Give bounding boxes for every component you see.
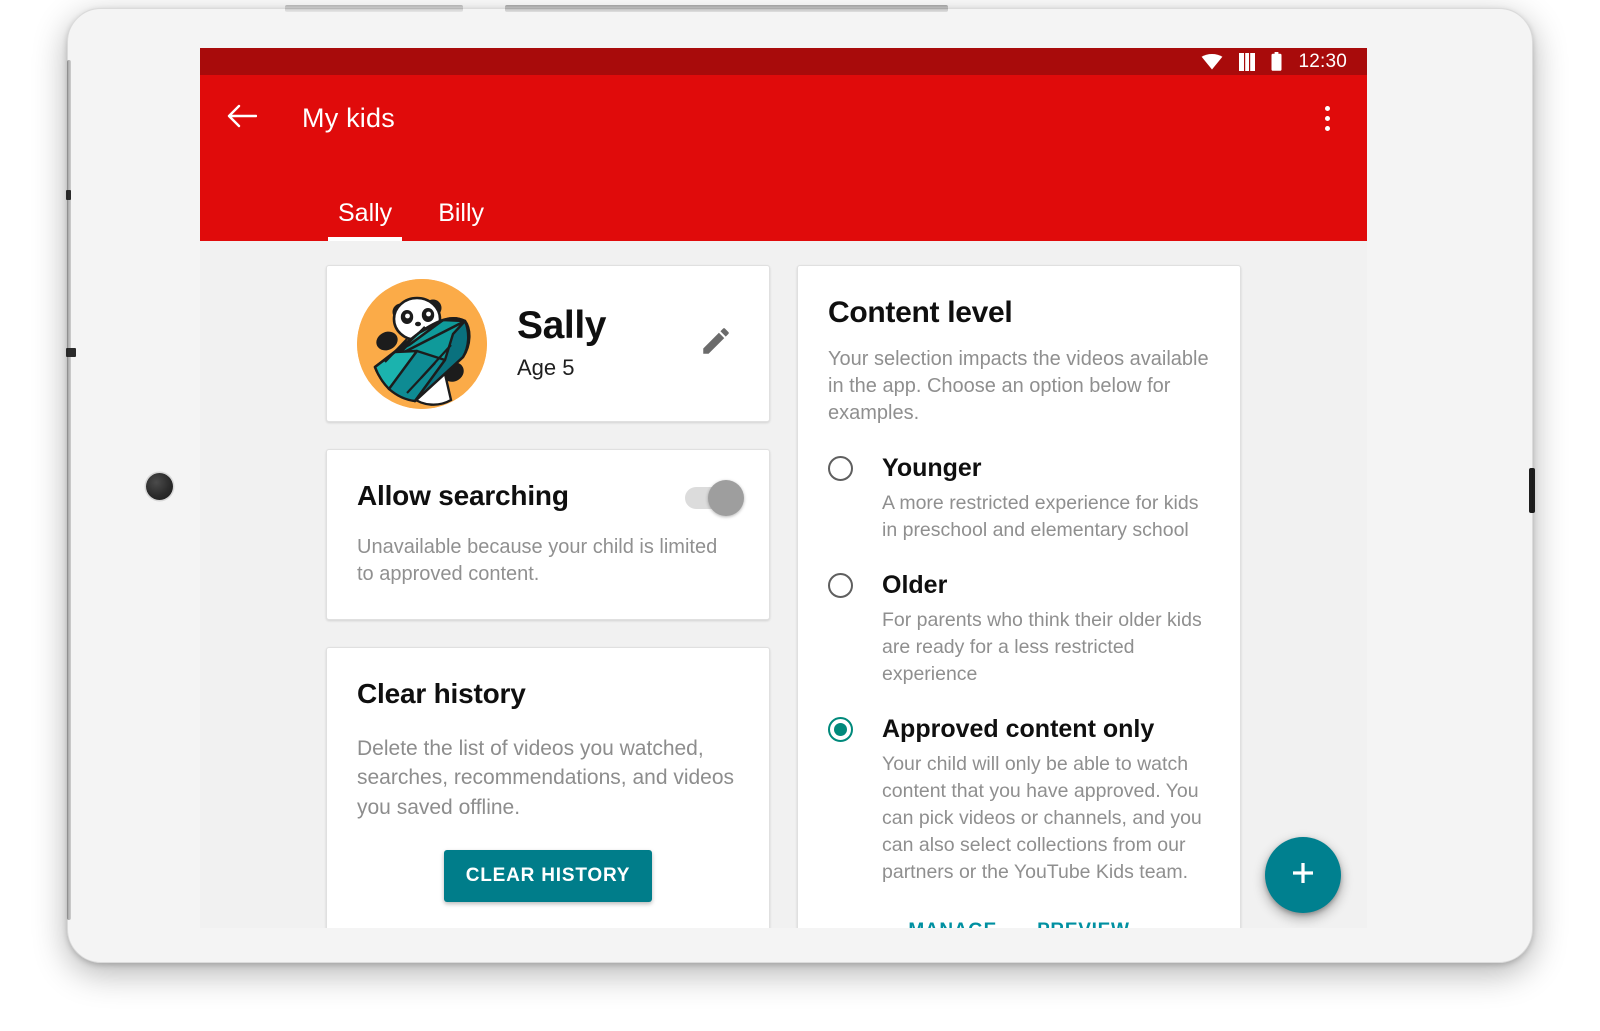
more-vertical-icon-dot (1324, 125, 1330, 131)
back-button[interactable] (212, 93, 272, 143)
device-top-button-right[interactable] (505, 5, 948, 12)
profile-card: Sally Age 5 (326, 265, 770, 423)
profile-age: Age 5 (517, 355, 575, 381)
left-column: Sally Age 5 Allow searching Unavailable … (326, 265, 770, 928)
right-column: Content level Your selection impacts the… (797, 265, 1241, 928)
allow-searching-title: Allow searching (357, 480, 569, 512)
allow-searching-toggle[interactable] (685, 480, 744, 517)
clear-history-description: Delete the list of videos you watched, s… (357, 736, 735, 820)
device-power-button[interactable] (1529, 468, 1535, 513)
content-level-subtitle: Your selection impacts the videos availa… (828, 348, 1209, 424)
toggle-thumb (708, 480, 744, 517)
radio-selected-icon (828, 717, 853, 743)
tab-billy[interactable]: Billy (428, 199, 494, 241)
status-bar-clock: 12:30 (1298, 50, 1347, 72)
page-title: My kids (302, 103, 395, 133)
tab-sally[interactable]: Sally (328, 199, 403, 241)
device-side-button-lower[interactable] (66, 348, 76, 357)
more-vertical-icon-dot (1324, 105, 1330, 111)
content-level-card: Content level Your selection impacts the… (797, 265, 1241, 928)
content-level-option-younger[interactable]: Younger (828, 453, 1210, 484)
status-bar: 12:30 (200, 48, 1367, 75)
manage-button[interactable]: MANAGE (908, 920, 997, 928)
preview-button[interactable]: PREVIEW (1037, 920, 1130, 928)
back-arrow-icon (227, 103, 258, 134)
option-description-older: For parents who think their older kids a… (882, 609, 1202, 686)
profile-name: Sally (517, 304, 607, 348)
tablet-screen: 12:30 My kids Sally Billy Sally Age 5 Al… (200, 48, 1367, 928)
content-level-option-approved[interactable]: Approved content only (828, 714, 1210, 745)
radio-unselected-icon (828, 456, 853, 481)
device-top-button-left[interactable] (285, 5, 463, 12)
content-level-actions: MANAGE PREVIEW (828, 920, 1210, 928)
allow-searching-description: Unavailable because your child is limite… (357, 536, 718, 586)
option-label-approved: Approved content only (882, 715, 1155, 744)
front-camera-icon (146, 473, 173, 500)
tab-bar: Sally Billy (200, 182, 1367, 241)
option-description-approved: Your child will only be able to watch co… (882, 753, 1202, 883)
clear-history-button[interactable]: CLEAR HISTORY (443, 850, 653, 902)
radio-unselected-icon (828, 573, 853, 599)
content-level-title: Content level (828, 296, 1013, 329)
app-bar: My kids (200, 75, 1367, 182)
profile-text-block: Sally Age 5 (517, 304, 693, 381)
battery-icon (1271, 52, 1282, 71)
edit-profile-button[interactable] (693, 321, 739, 367)
allow-searching-header: Allow searching (357, 480, 744, 517)
allow-searching-card: Allow searching Unavailable because your… (326, 449, 770, 620)
more-vertical-icon-dot (1324, 115, 1330, 121)
wifi-icon (1201, 53, 1223, 70)
device-side-button-upper[interactable] (66, 190, 71, 200)
add-kid-fab[interactable] (1265, 837, 1341, 913)
option-description-younger: A more restricted experience for kids in… (882, 492, 1199, 542)
pencil-icon (699, 324, 733, 363)
settings-content: Sally Age 5 Allow searching Unavailable … (200, 241, 1367, 928)
option-label-older: Older (882, 571, 948, 600)
tablet-device-frame: 12:30 My kids Sally Billy Sally Age 5 Al… (66, 5, 1535, 963)
clear-history-title: Clear history (357, 677, 526, 709)
clear-history-card: Clear history Delete the list of videos … (326, 646, 770, 928)
device-left-edge (67, 60, 71, 920)
content-level-option-older[interactable]: Older (828, 570, 1210, 601)
option-label-younger: Younger (882, 454, 982, 482)
panda-leaf-avatar (357, 278, 487, 409)
overflow-menu-button[interactable] (1307, 95, 1347, 141)
sim-card-icon (1239, 52, 1256, 71)
plus-icon (1288, 858, 1318, 893)
